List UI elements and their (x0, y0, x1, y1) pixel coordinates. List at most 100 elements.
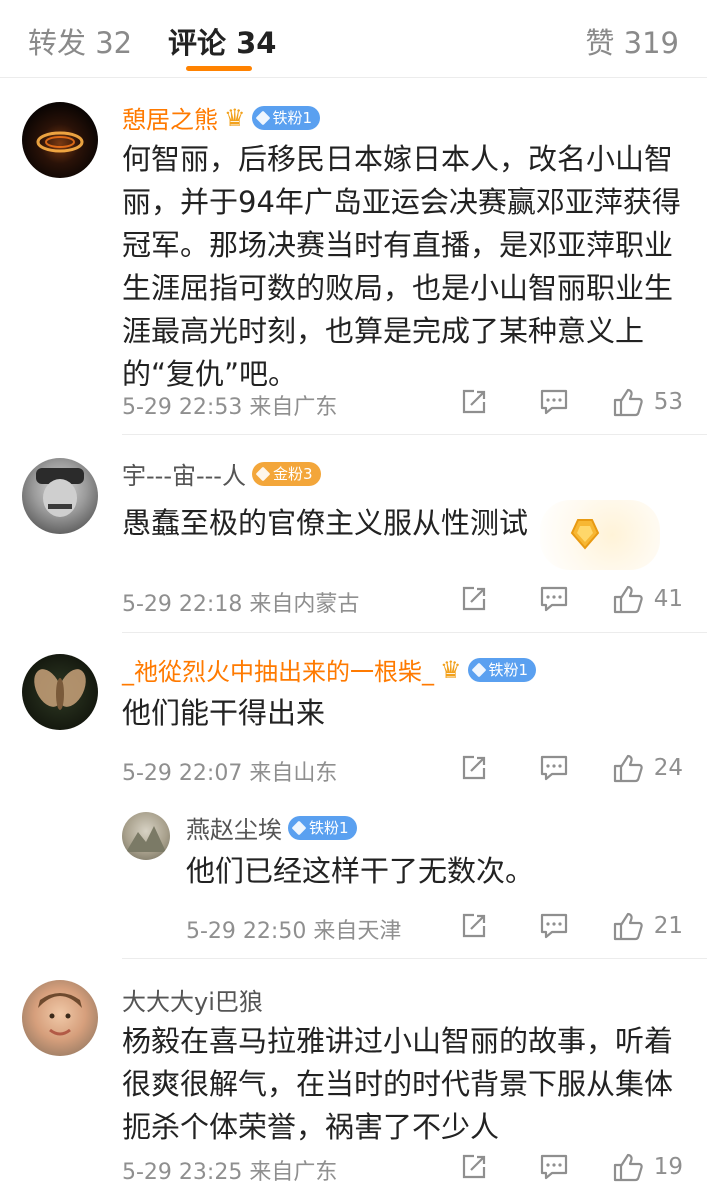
fan-badge[interactable]: 铁粉1 (467, 657, 537, 682)
divider (122, 434, 707, 435)
comment-time: 5-29 22:50 (186, 919, 307, 944)
divider (122, 958, 707, 959)
comment-header: 憩居之熊 ♛ 铁粉1 (122, 100, 321, 135)
thumbs-up-icon (613, 912, 643, 941)
like-count: 53 (653, 389, 683, 415)
avatar-image (34, 669, 86, 710)
thumbs-up-icon (613, 754, 643, 783)
comment-location: 来自山东 (249, 761, 338, 786)
comment-actions: 19 (434, 1147, 683, 1187)
username[interactable]: _祂從烈火中抽出来的一根柴_ (122, 652, 434, 687)
comment-text: 他们能干得出来 (122, 696, 326, 730)
crown-icon: ♛ (224, 103, 246, 132)
comment-text: 何智丽，后移民日本嫁日本人，改名小山智丽，并于94年广岛亚运会决赛赢邓亚萍获得冠… (122, 142, 681, 391)
share-icon (462, 755, 485, 780)
avatar[interactable] (22, 102, 98, 178)
divider (122, 632, 707, 633)
diamond-icon (471, 662, 486, 677)
fan-badge[interactable]: 铁粉1 (251, 105, 321, 130)
comment-text: 愚蠢至极的官僚主义服从性测试 (122, 506, 529, 540)
share-icon (462, 586, 485, 611)
comment-actions: 53 (434, 382, 683, 422)
username[interactable]: 憩居之熊 (122, 100, 218, 135)
comment-meta: 5-29 22:53 来自广东 (122, 389, 337, 421)
comment-time: 5-29 23:25 (122, 1160, 243, 1185)
avatar-image (36, 468, 84, 517)
fan-badge-label: 铁粉1 (309, 819, 349, 837)
like-button[interactable]: 21 (594, 906, 683, 946)
like-count: 19 (653, 1154, 683, 1180)
diamond-icon (291, 820, 307, 835)
comment-meta: 5-29 23:25 来自广东 (122, 1154, 337, 1186)
like-count: 41 (653, 586, 683, 612)
avatar-image (36, 131, 84, 153)
comment-meta: 5-29 22:18 来自内蒙古 (122, 586, 359, 618)
like-count: 21 (653, 913, 683, 939)
like-count: 24 (653, 755, 683, 781)
comment-location: 来自天津 (313, 919, 402, 944)
reply-button[interactable] (514, 382, 594, 422)
username[interactable]: 大大大yi巴狼 (122, 982, 263, 1017)
thumbs-up-icon (613, 585, 643, 614)
fan-badge-label: 铁粉1 (272, 109, 313, 127)
share-button[interactable] (434, 382, 514, 422)
share-button[interactable] (434, 748, 514, 788)
thumbs-up-icon (613, 388, 643, 417)
diamond-icon (255, 110, 270, 125)
tab-reposts[interactable]: 转发 32 (28, 20, 132, 62)
comment-icon (540, 1154, 567, 1180)
comment-text: 杨毅在喜马拉雅讲过小山智丽的故事，听着很爽很解气，在当时的时代背景下服从集体扼杀… (122, 1024, 674, 1144)
reply-button[interactable] (514, 579, 594, 619)
comment-location: 来自广东 (249, 395, 338, 420)
comment-icon (540, 913, 567, 939)
share-button[interactable] (434, 579, 514, 619)
fan-badge-label: 金粉3 (272, 465, 313, 483)
comment-actions: 21 (434, 906, 683, 946)
comment-tabs: 转发 32 评论 34 赞 319 (0, 0, 707, 78)
comment-time: 5-29 22:07 (122, 761, 243, 786)
comment-text: 他们已经这样干了无数次。 (186, 854, 535, 888)
comment-actions: 41 (434, 579, 683, 619)
like-button[interactable]: 53 (594, 382, 683, 422)
active-tab-indicator (186, 66, 252, 71)
avatar-image (38, 993, 82, 1036)
comment-header: 燕赵尘埃 铁粉1 (186, 810, 357, 845)
fan-badge[interactable]: 金粉3 (251, 461, 321, 486)
comment-location: 来自内蒙古 (249, 592, 360, 617)
avatar[interactable] (22, 458, 98, 534)
share-icon (462, 913, 485, 938)
crown-icon: ♛ (440, 655, 462, 684)
comment-icon (540, 755, 567, 781)
fan-badge-label: 铁粉1 (488, 661, 529, 679)
share-button[interactable] (434, 1147, 514, 1187)
like-button[interactable]: 41 (594, 579, 683, 619)
tab-likes[interactable]: 赞 319 (585, 20, 679, 62)
share-icon (462, 1154, 485, 1179)
comment-meta: 5-29 22:07 来自山东 (122, 755, 337, 787)
share-icon (462, 389, 485, 414)
comment-time: 5-29 22:53 (122, 395, 243, 420)
fan-badge[interactable]: 铁粉1 (288, 815, 357, 840)
like-button[interactable]: 24 (594, 748, 683, 788)
share-button[interactable] (434, 906, 514, 946)
username[interactable]: 宇---宙---人 (122, 456, 246, 491)
comment-time: 5-29 22:18 (122, 592, 243, 617)
avatar[interactable] (22, 980, 98, 1056)
comment-icon (540, 586, 567, 612)
comment-header: 宇---宙---人 金粉3 (122, 456, 321, 491)
like-button[interactable]: 19 (594, 1147, 683, 1187)
tab-comments[interactable]: 评论 34 (168, 20, 276, 62)
comment-meta: 5-29 22:50 来自天津 (186, 913, 401, 945)
reply-button[interactable] (514, 1147, 594, 1187)
avatar[interactable] (22, 654, 98, 730)
username[interactable]: 燕赵尘埃 (186, 810, 282, 845)
diamond-icon (255, 466, 271, 481)
comment-header: _祂從烈火中抽出来的一根柴_ ♛ 铁粉1 (122, 652, 537, 687)
thumbs-up-icon (613, 1153, 643, 1182)
comment-location: 来自广东 (249, 1160, 338, 1185)
comment-actions: 24 (434, 748, 683, 788)
avatar[interactable] (122, 812, 170, 860)
reply-button[interactable] (514, 748, 594, 788)
avatar-image (126, 826, 166, 852)
reply-button[interactable] (514, 906, 594, 946)
